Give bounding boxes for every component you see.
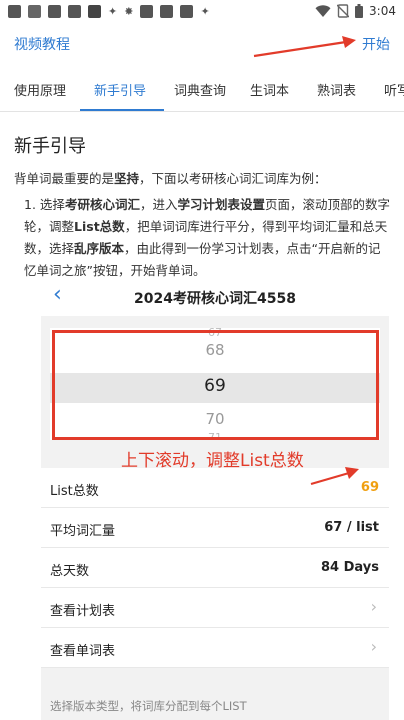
tab-dictation[interactable]: 听写 — [384, 80, 404, 99]
tutorial-screenshot: ‹ 2024考研核心词汇4558 67 68 69 70 71 上下滚动，调整L… — [41, 278, 389, 720]
chevron-right-icon: › — [370, 637, 377, 656]
step-text: 选择 — [39, 197, 65, 212]
row-average-words: 平均词汇量 67 / list — [41, 508, 389, 548]
status-bar: ✦ ✸ ✦ 3:04 — [0, 0, 404, 26]
list-total-pointer-arrow-icon — [310, 467, 359, 486]
tab-principle[interactable]: 使用原理 — [14, 80, 66, 99]
video-tutorial-link[interactable]: 视频教程 — [14, 34, 70, 54]
step-number: 1. — [24, 197, 36, 212]
row-label: 总天数 — [50, 564, 90, 579]
active-tab-indicator — [80, 109, 164, 111]
tab-dictionary[interactable]: 词典查询 — [174, 80, 226, 99]
no-sim-icon — [337, 4, 350, 18]
clock: 3:04 — [369, 4, 396, 18]
row-label: List总数 — [50, 484, 99, 499]
intro-text: 背单词最重要的是坚持，下面以考研核心词汇词库为例： — [14, 168, 327, 187]
row-label: 查看计划表 — [50, 604, 116, 619]
row-total-days: 总天数 84 Days — [41, 548, 389, 588]
start-button[interactable]: 开始 — [362, 34, 390, 54]
version-note: 选择版本类型，将词库分配到每个LIST — [50, 699, 247, 713]
intro-bold: 坚持 — [114, 171, 140, 186]
step-text: ，进入 — [139, 197, 178, 212]
page-title: 新手引导 — [14, 136, 86, 157]
square-icon — [160, 5, 174, 18]
row-view-plan[interactable]: 查看计划表 › — [41, 588, 389, 628]
s-icon — [28, 5, 41, 18]
start-pointer-arrow-icon — [253, 36, 356, 58]
tab-beginner-guide[interactable]: 新手引导 — [94, 80, 146, 99]
row-label: 平均词汇量 — [50, 524, 116, 539]
step-bold: 学习计划表设置 — [177, 197, 265, 212]
tab-known-words[interactable]: 熟词表 — [317, 80, 356, 99]
square-icon — [140, 5, 154, 18]
screenshot-title: 2024考研核心词汇4558 — [134, 291, 296, 307]
step-bold: List总数 — [74, 219, 125, 234]
bug-icon: ✦ — [108, 5, 118, 18]
picker-highlight-box — [52, 330, 379, 440]
row-view-wordlist[interactable]: 查看单词表 › — [41, 628, 389, 668]
notification-icons: ✦ ✸ ✦ — [8, 5, 210, 18]
chevron-right-icon: › — [370, 597, 377, 616]
bug-icon: ✦ — [200, 5, 210, 18]
tab-new-words[interactable]: 生词本 — [250, 80, 289, 99]
row-value: 67 / list — [324, 520, 379, 535]
square-icon — [180, 5, 194, 18]
tab-bar: 使用原理 新手引导 词典查询 生词本 熟词表 听写 — [0, 64, 404, 112]
screenshot-header: ‹ 2024考研核心词汇4558 — [41, 278, 389, 316]
intro-prefix: 背单词最重要的是 — [14, 171, 115, 186]
fire-icon: ✸ — [124, 5, 134, 18]
qr-icon — [88, 5, 101, 18]
intro-suffix: ，下面以考研核心词汇词库为例： — [139, 171, 327, 186]
step-1: 1. 选择考研核心词汇，进入学习计划表设置页面，滚动顶部的数字轮，调整List总… — [24, 194, 392, 282]
step-bold: 考研核心词汇 — [64, 197, 140, 212]
row-label: 查看单词表 — [50, 644, 116, 659]
square-icon — [48, 5, 61, 18]
wifi-icon — [315, 4, 331, 17]
square-icon — [68, 5, 81, 18]
row-value: 84 Days — [321, 560, 379, 575]
system-icons: 3:04 — [315, 4, 396, 18]
battery-icon — [355, 4, 364, 18]
app-icon — [8, 5, 21, 18]
step-bold: 乱序版本 — [74, 241, 125, 256]
